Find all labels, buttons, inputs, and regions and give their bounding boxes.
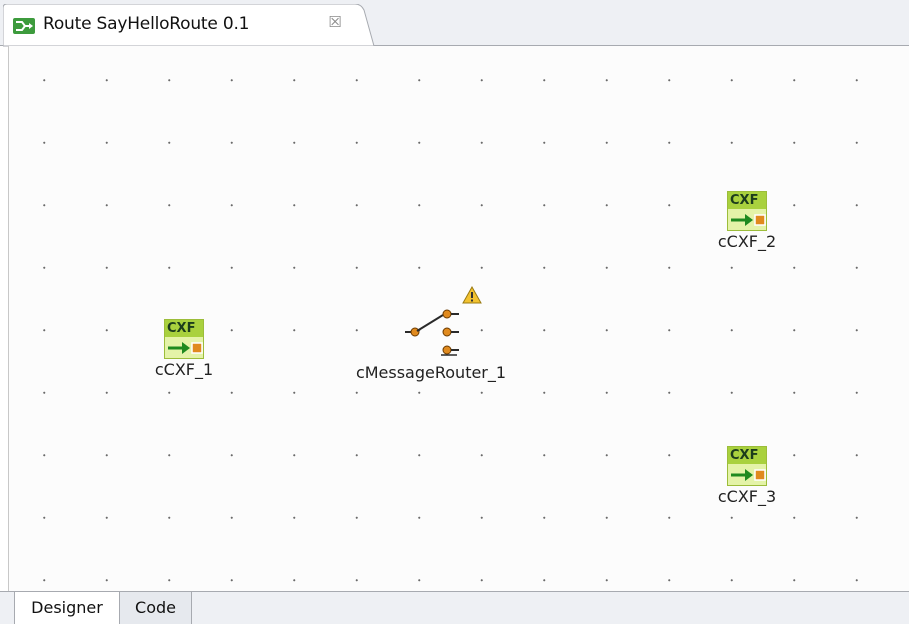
component-ccxf-1[interactable]: CXF cCXF_1 [124,319,244,409]
editor-bottom-tabs: Designer Code [0,591,909,624]
arrow-port-icon [731,469,766,481]
cxf-component-icon: CXF [164,319,204,359]
component-ccxf-2[interactable]: CXF cCXF_2 [687,191,807,281]
route-icon [13,18,35,34]
editor-tab-strip: Route SayHelloRoute 0.1 ☒ [0,0,909,47]
route-editor-window: Route SayHelloRoute 0.1 ☒ CXF cCXF_1 CXF… [0,0,909,624]
designer-canvas[interactable]: CXF cCXF_1 CXF cCXF_2 CXF cCXF_3 cMessag… [8,46,909,591]
warning-icon [462,285,482,308]
component-label: cCXF_1 [154,360,214,379]
component-label: cCXF_2 [717,232,777,251]
component-ccxf-3[interactable]: CXF cCXF_3 [687,446,807,536]
tab-code[interactable]: Code [120,592,192,624]
component-label: cCXF_3 [717,487,777,506]
component-cmessagerouter-1[interactable]: cMessageRouter_1 [331,285,531,396]
editor-tab-title: Route SayHelloRoute 0.1 [43,14,250,34]
editor-tab-route[interactable]: Route SayHelloRoute 0.1 ☒ [3,4,375,47]
message-router-icon [391,306,461,366]
close-icon[interactable]: ☒ [327,14,343,30]
arrow-port-icon [731,214,766,226]
cxf-type-label: CXF [730,193,759,208]
tab-designer[interactable]: Designer [14,592,120,624]
cxf-type-label: CXF [167,321,196,336]
cxf-type-label: CXF [730,448,759,463]
cxf-component-icon: CXF [727,191,767,231]
component-label: cMessageRouter_1 [355,363,507,382]
cxf-component-icon: CXF [727,446,767,486]
arrow-port-icon [168,342,203,354]
